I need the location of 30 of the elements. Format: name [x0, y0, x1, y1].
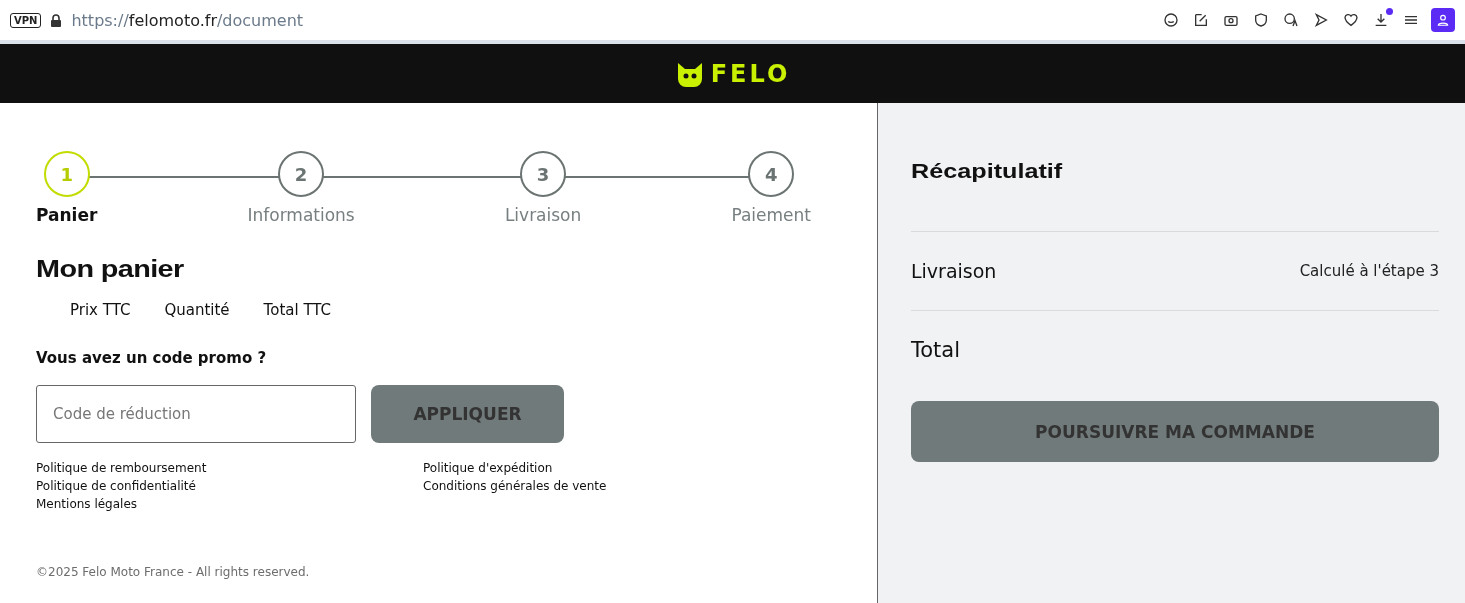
- step-label: Informations: [247, 205, 355, 225]
- profile-icon[interactable]: [1431, 8, 1455, 32]
- column-header: Total TTC: [263, 301, 332, 319]
- footer-link[interactable]: Politique de confidentialité: [36, 477, 196, 495]
- step-label: Paiement: [731, 205, 811, 225]
- summary-title: Récapitulatif: [911, 159, 1063, 183]
- step-number: 4: [748, 151, 795, 197]
- lock-icon: [51, 13, 62, 27]
- footer-link[interactable]: Politique de remboursement: [36, 459, 207, 477]
- step-number: 2: [278, 151, 325, 197]
- step-label: Panier: [36, 205, 98, 225]
- footer-link[interactable]: Conditions générales de vente: [423, 477, 607, 495]
- footer-link[interactable]: Mentions légales: [36, 495, 138, 513]
- step-label: Livraison: [504, 205, 582, 225]
- vpn-badge[interactable]: VPN: [10, 12, 42, 28]
- column-header: Prix TTC: [70, 301, 131, 319]
- smiley-icon[interactable]: [1161, 10, 1181, 30]
- promo-code-field[interactable]: Code de réduction: [36, 385, 356, 443]
- step-number: 1: [43, 151, 90, 197]
- address-bar-url[interactable]: https://felomoto.fr/document: [71, 10, 1151, 30]
- promo-question: Vous avez un code promo ?: [36, 349, 268, 367]
- summary-label: Livraison: [911, 260, 997, 282]
- copyright-text: ©2025 Felo Moto France - All rights reserved.: [36, 565, 311, 579]
- summary-label: Total: [911, 338, 961, 362]
- summary-value: Calculé à l'étape 3: [1299, 262, 1439, 280]
- brand-logo-text[interactable]: FELO: [710, 59, 791, 88]
- step-number: 3: [520, 151, 567, 197]
- cart-title: Mon panier: [36, 255, 184, 283]
- footer-link[interactable]: Politique d'expédition: [423, 459, 553, 477]
- column-header: Quantité: [164, 301, 230, 319]
